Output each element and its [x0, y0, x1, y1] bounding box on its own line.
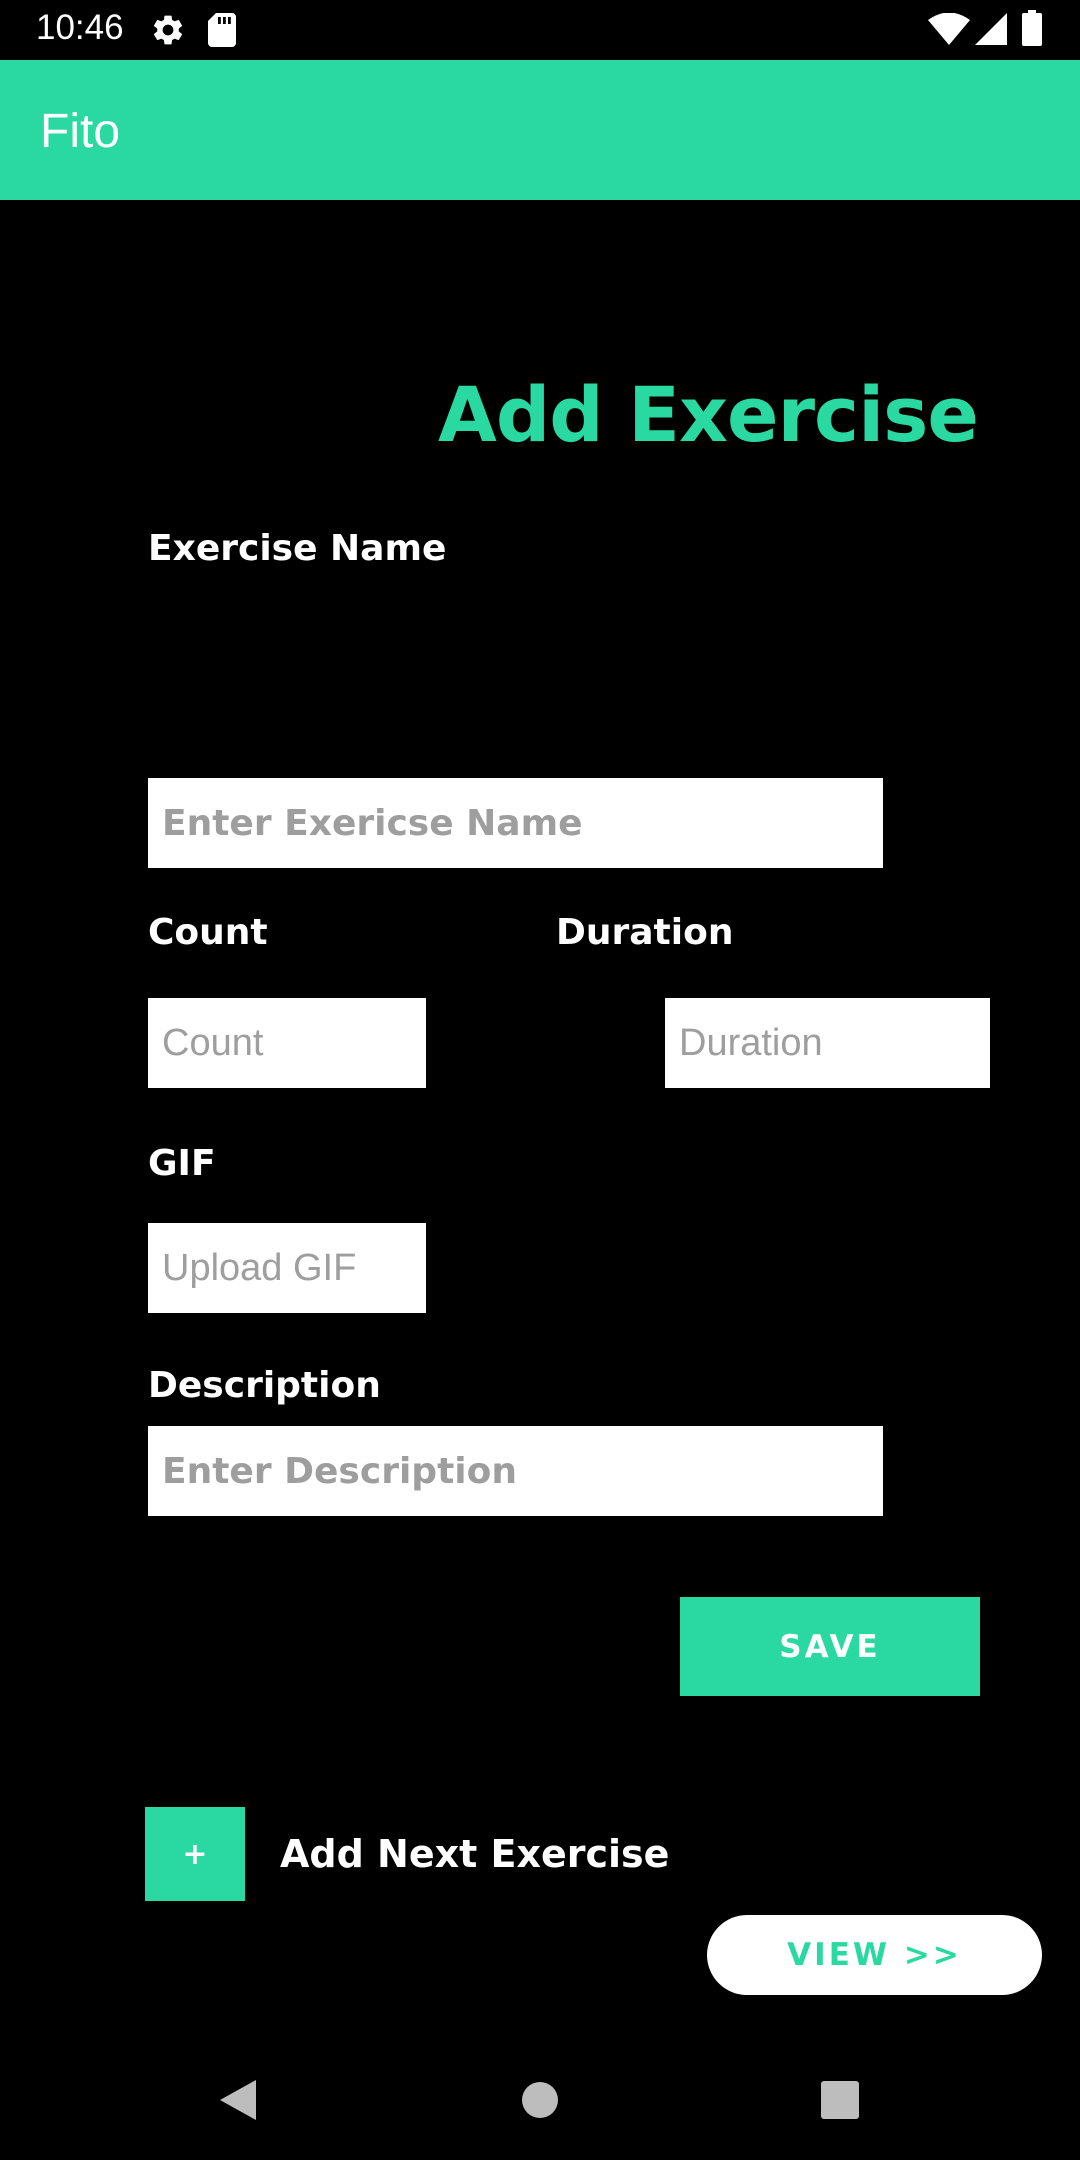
exercise-name-label: Exercise Name — [148, 528, 447, 569]
battery-icon — [1022, 10, 1042, 46]
navigation-bar — [0, 2040, 1080, 2160]
exercise-name-input[interactable] — [148, 778, 883, 868]
gif-upload-input[interactable] — [148, 1223, 426, 1313]
page-title: Add Exercise — [438, 370, 979, 459]
status-bar: 10:46 — [0, 0, 1080, 60]
description-label: Description — [148, 1365, 381, 1406]
back-icon — [220, 2080, 256, 2120]
add-next-exercise-button[interactable]: + — [145, 1807, 245, 1901]
home-icon — [522, 2082, 558, 2118]
back-button[interactable] — [178, 2040, 298, 2160]
duration-input[interactable] — [665, 998, 990, 1088]
description-input[interactable] — [148, 1426, 883, 1516]
signal-icon — [975, 13, 1007, 45]
app-title: Fito — [40, 105, 121, 158]
wifi-icon — [928, 13, 970, 45]
save-button[interactable]: SAVE — [680, 1597, 980, 1696]
home-button[interactable] — [480, 2040, 600, 2160]
recents-icon — [821, 2081, 859, 2119]
status-time: 10:46 — [36, 8, 124, 47]
app-bar: Fito — [0, 60, 1080, 200]
recents-button[interactable] — [780, 2040, 900, 2160]
view-button[interactable]: VIEW >> — [707, 1915, 1042, 1995]
count-input[interactable] — [148, 998, 426, 1088]
add-next-exercise-label: Add Next Exercise — [280, 1832, 670, 1876]
sd-card-icon — [208, 13, 236, 47]
duration-label: Duration — [556, 912, 734, 953]
gif-label: GIF — [148, 1143, 216, 1184]
count-label: Count — [148, 912, 268, 953]
gear-icon — [153, 15, 183, 45]
